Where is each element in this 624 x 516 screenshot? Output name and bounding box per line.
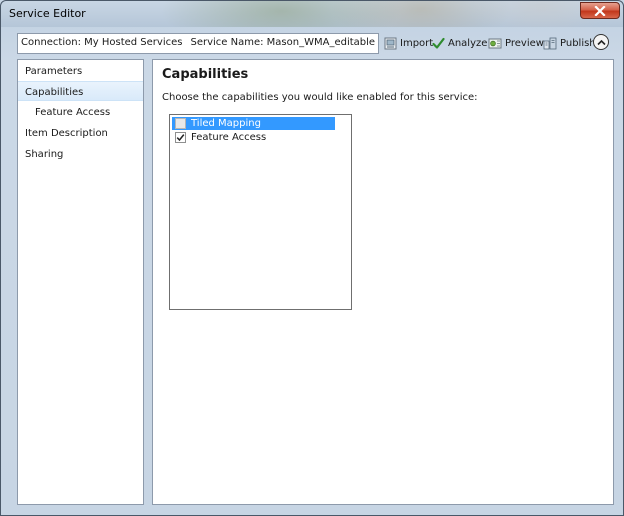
feature-access-checkbox[interactable] xyxy=(175,132,186,143)
chevron-up-icon xyxy=(596,39,606,45)
sidebar-item-parameters[interactable]: Parameters xyxy=(18,61,143,81)
sidebar-nav: Parameters Capabilities Feature Access I… xyxy=(17,59,144,505)
close-icon xyxy=(594,5,606,16)
publish-button[interactable]: Publish xyxy=(543,35,596,51)
connection-text: Connection: My Hosted Services xyxy=(21,37,183,48)
instruction-text: Choose the capabilities you would like e… xyxy=(162,92,478,103)
preview-label: Preview xyxy=(505,37,544,49)
checkmark-icon xyxy=(432,37,445,49)
capability-feature-access[interactable]: Feature Access xyxy=(172,131,335,144)
capability-label: Feature Access xyxy=(191,132,267,143)
capabilities-panel: Capabilities Choose the capabilities you… xyxy=(152,59,614,505)
analyze-label: Analyze xyxy=(448,37,488,49)
capability-label: Tiled Mapping xyxy=(191,118,261,129)
service-summary-field: Connection: My Hosted Services Service Na… xyxy=(17,33,379,54)
sidebar-item-label: Feature Access xyxy=(35,107,111,118)
sidebar-item-feature-access[interactable]: Feature Access xyxy=(18,102,143,122)
title-bar[interactable]: Service Editor xyxy=(1,1,623,27)
service-editor-window: Service Editor Connection: My Hosted Ser… xyxy=(0,0,624,516)
import-button[interactable]: Import xyxy=(384,35,433,51)
sidebar-item-label: Sharing xyxy=(25,149,64,160)
publish-label: Publish xyxy=(560,37,596,49)
close-button[interactable] xyxy=(580,2,620,19)
window-title: Service Editor xyxy=(9,7,86,20)
import-label: Import xyxy=(400,37,434,49)
sidebar-item-item-description[interactable]: Item Description xyxy=(18,123,143,143)
service-name-text: Service Name: Mason_WMA_editable xyxy=(190,37,376,48)
checkmark-icon xyxy=(176,134,185,142)
toolbar: Connection: My Hosted Services Service Na… xyxy=(10,32,614,54)
page-title: Capabilities xyxy=(162,67,249,82)
analyze-button[interactable]: Analyze xyxy=(432,35,487,51)
sidebar-item-label: Capabilities xyxy=(25,87,84,98)
capabilities-list[interactable]: Tiled Mapping Feature Access xyxy=(169,114,352,310)
preview-button[interactable]: Preview xyxy=(488,35,544,51)
tiled-mapping-checkbox[interactable] xyxy=(175,118,186,129)
publish-icon xyxy=(543,37,557,49)
sidebar-item-capabilities[interactable]: Capabilities xyxy=(18,81,143,101)
capability-tiled-mapping[interactable]: Tiled Mapping xyxy=(172,117,335,130)
sidebar-item-sharing[interactable]: Sharing xyxy=(18,144,143,164)
preview-icon xyxy=(488,38,502,48)
sidebar-item-label: Item Description xyxy=(25,128,108,139)
import-icon xyxy=(384,37,397,49)
sidebar-item-label: Parameters xyxy=(25,66,83,77)
collapse-button[interactable] xyxy=(593,34,609,50)
